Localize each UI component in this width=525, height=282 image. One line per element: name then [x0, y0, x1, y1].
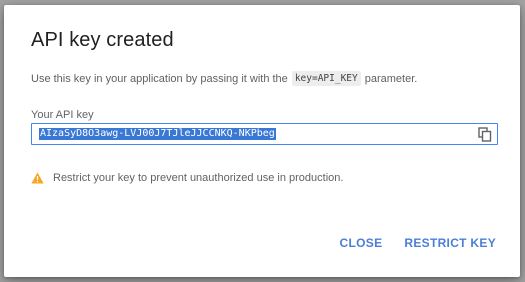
api-key-field[interactable]: AIzaSyD8O3awg-LVJ00J7TJleJJCCNKQ-NKPbeg: [31, 123, 498, 145]
dialog-description: Use this key in your application by pass…: [31, 71, 417, 86]
description-text-after: parameter.: [364, 72, 418, 85]
restrict-key-button[interactable]: RESTRICT KEY: [404, 236, 496, 250]
dialog-title: API key created: [31, 29, 174, 51]
description-code: key=API_KEY: [291, 71, 361, 86]
warning-icon: [31, 172, 44, 184]
copy-icon[interactable]: [478, 127, 492, 142]
dialog-actions: CLOSE RESTRICT KEY: [340, 236, 496, 250]
api-key-value[interactable]: AIzaSyD8O3awg-LVJ00J7TJleJJCCNKQ-NKPbeg: [39, 128, 276, 140]
close-button[interactable]: CLOSE: [340, 236, 383, 250]
description-text-before: Use this key in your application by pass…: [31, 72, 288, 85]
api-key-dialog: API key created Use this key in your app…: [4, 5, 520, 277]
api-key-label: Your API key: [31, 109, 94, 121]
warning-message: Restrict your key to prevent unauthorize…: [31, 172, 343, 184]
warning-text: Restrict your key to prevent unauthorize…: [53, 172, 344, 184]
